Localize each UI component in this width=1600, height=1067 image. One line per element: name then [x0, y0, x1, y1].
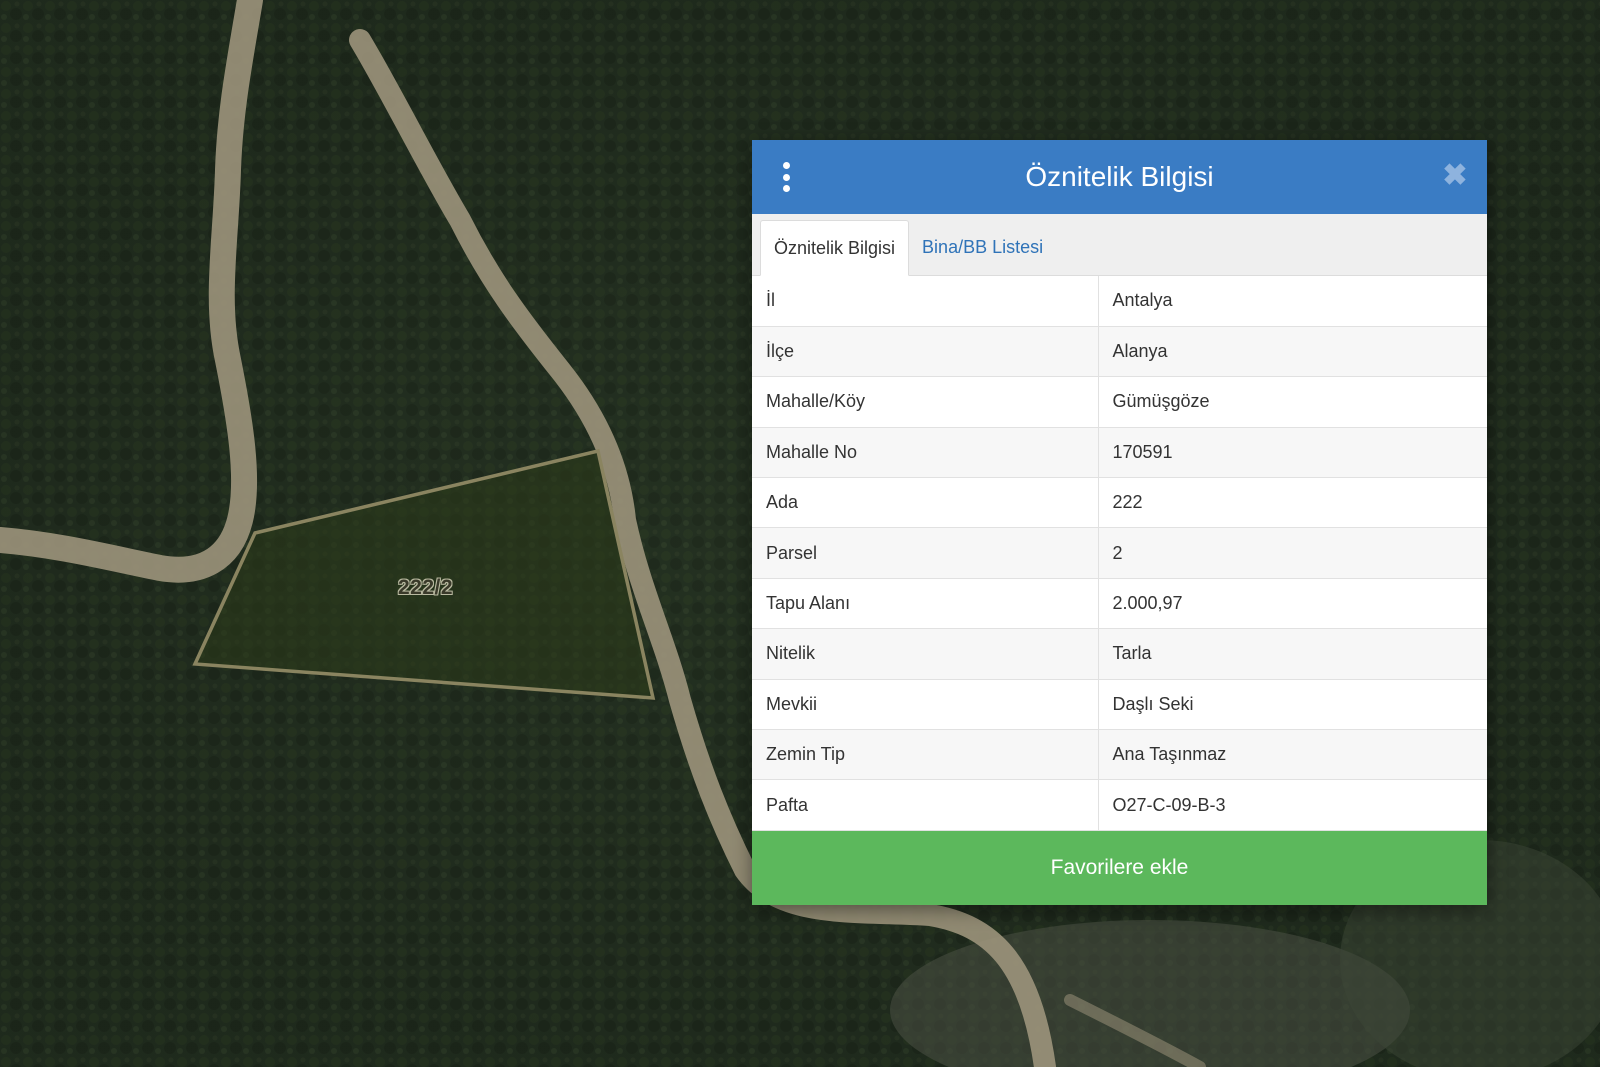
row-key: İlçe: [752, 326, 1099, 378]
row-value: Antalya: [1098, 276, 1487, 327]
tab-bar: Öznitelik Bilgisi Bina/BB Listesi: [752, 214, 1487, 276]
vertical-dots-icon[interactable]: [778, 162, 794, 192]
table-row: İl Antalya: [752, 276, 1487, 327]
tab-attribute-info[interactable]: Öznitelik Bilgisi: [760, 220, 910, 276]
row-value: Alanya: [1098, 326, 1487, 378]
table-row: Mahalle/Köy Gümüşgöze: [752, 376, 1487, 428]
table-row: Pafta O27-C-09-B-3: [752, 779, 1487, 831]
table-row: Zemin Tip Ana Taşınmaz: [752, 729, 1487, 781]
row-key: Ada: [752, 477, 1099, 529]
row-key: Pafta: [752, 779, 1099, 831]
panel-header: Öznitelik Bilgisi ✖: [752, 140, 1487, 214]
row-key: Parsel: [752, 527, 1099, 579]
row-value: Ana Taşınmaz: [1098, 729, 1487, 781]
row-key: Tapu Alanı: [752, 578, 1099, 630]
row-value: Tarla: [1098, 628, 1487, 680]
row-value: 222: [1098, 477, 1487, 529]
row-key: Mahalle No: [752, 427, 1099, 479]
table-row: Mahalle No 170591: [752, 427, 1487, 479]
parcel-label: 222/2: [398, 576, 454, 599]
row-value: 170591: [1098, 427, 1487, 479]
table-row: Tapu Alanı 2.000,97: [752, 578, 1487, 630]
row-value: O27-C-09-B-3: [1098, 779, 1487, 831]
row-value: 2: [1098, 527, 1487, 579]
row-key: Mevkii: [752, 679, 1099, 731]
table-row: Parsel 2: [752, 527, 1487, 579]
tab-building-list[interactable]: Bina/BB Listesi: [909, 219, 1056, 275]
attribute-panel: Öznitelik Bilgisi ✖ Öznitelik Bilgisi Bi…: [752, 140, 1487, 905]
row-value: Daşlı Seki: [1098, 679, 1487, 731]
table-row: Mevkii Daşlı Seki: [752, 679, 1487, 731]
row-key: Nitelik: [752, 628, 1099, 680]
row-key: İl: [752, 276, 1099, 327]
table-row: Nitelik Tarla: [752, 628, 1487, 680]
table-row: İlçe Alanya: [752, 326, 1487, 378]
attribute-table: İl Antalya İlçe Alanya Mahalle/Köy Gümüş…: [752, 276, 1487, 831]
add-to-favorites-button[interactable]: Favorilere ekle: [752, 830, 1487, 905]
row-value: 2.000,97: [1098, 578, 1487, 630]
table-row: Ada 222: [752, 477, 1487, 529]
row-key: Zemin Tip: [752, 729, 1099, 781]
panel-title: Öznitelik Bilgisi: [1025, 161, 1214, 192]
row-value: Gümüşgöze: [1098, 376, 1487, 428]
row-key: Mahalle/Köy: [752, 376, 1099, 428]
close-icon[interactable]: ✖: [1441, 161, 1469, 191]
